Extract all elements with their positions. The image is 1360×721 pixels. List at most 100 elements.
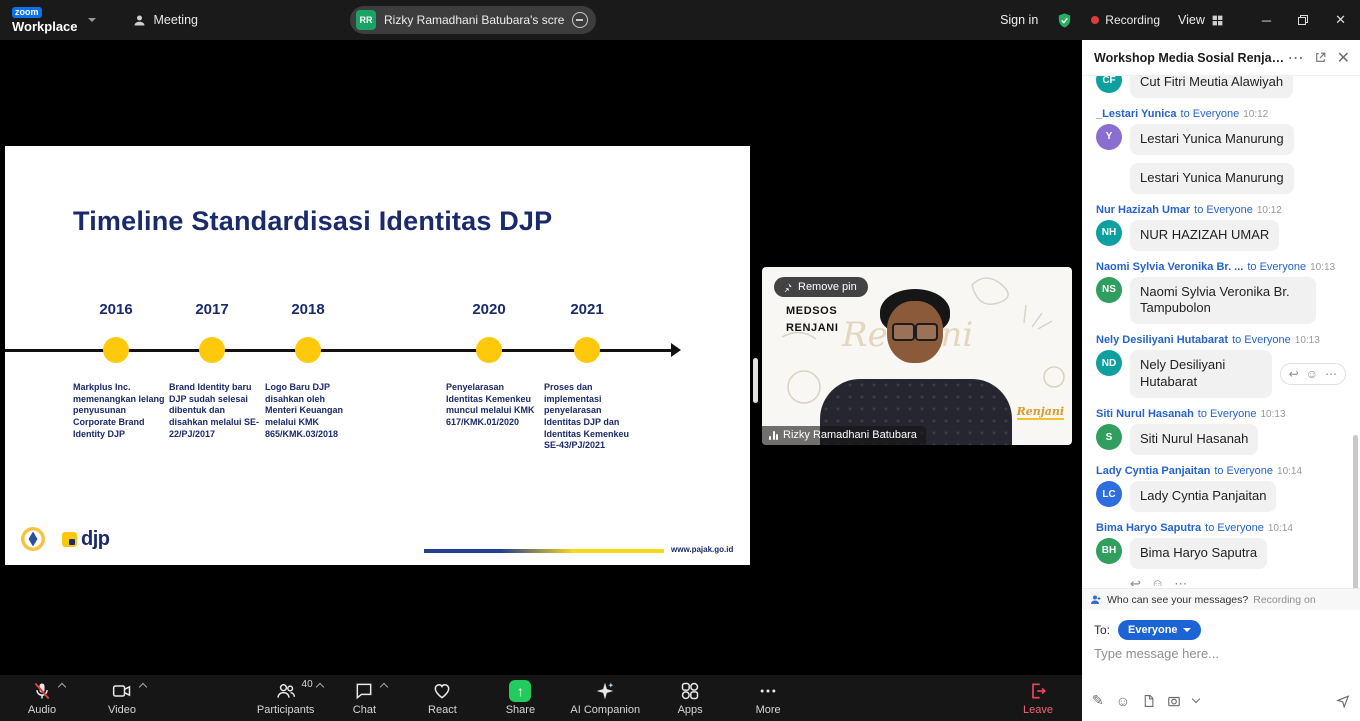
chat-bubble-icon xyxy=(354,681,374,701)
view-button[interactable]: View xyxy=(1178,13,1224,27)
microphone-muted-icon xyxy=(32,681,52,701)
timeline-year: 2017 xyxy=(164,301,260,318)
message-bubble[interactable]: Lestari Yunica Manurung xyxy=(1130,163,1294,194)
timeline-description: Proses dan implementasi penyelarasan Ide… xyxy=(544,382,638,452)
emoji-react-icon[interactable]: ☺ xyxy=(1306,367,1318,381)
apps-icon xyxy=(680,681,700,701)
timeline-year: 2018 xyxy=(260,301,356,318)
djp-logo: djp xyxy=(62,528,110,551)
shared-screen-scrollbar[interactable] xyxy=(753,358,758,403)
sign-in-button[interactable]: Sign in xyxy=(1000,13,1038,27)
workspace-menu-chevron-icon[interactable] xyxy=(88,18,96,22)
ai-companion-button[interactable]: AI Companion xyxy=(570,675,640,721)
chat-message: Naomi Sylvia Veronika Br. ... to Everyon… xyxy=(1082,261,1360,326)
timeline-dot xyxy=(476,337,502,363)
chat-close-button[interactable]: ✕ xyxy=(1337,48,1350,68)
participant-name-tag: Rizky Ramadhani Batubara xyxy=(762,426,926,445)
chat-message-list[interactable]: CF Cut Fitri Meutia Alawiyah _Lestari Yu… xyxy=(1082,76,1360,586)
chat-message: Nely Desiliyani Hutabarat to Everyone 10… xyxy=(1082,334,1360,399)
timeline-year: 2021 xyxy=(539,301,635,318)
timeline-description: Brand Identity baru DJP sudah selesai di… xyxy=(169,382,263,440)
message-header: Bima Haryo Saputra to Everyone 10:14 xyxy=(1096,522,1348,534)
message-bubble[interactable]: Naomi Sylvia Veronika Br. Tampubolon xyxy=(1130,277,1316,325)
reply-icon[interactable]: ↩ xyxy=(1130,576,1141,586)
reply-icon[interactable]: ↩ xyxy=(1289,367,1299,381)
chat-message: Siti Nurul Hasanah to Everyone 10:13 S S… xyxy=(1082,408,1360,456)
remove-pin-button[interactable]: Remove pin xyxy=(774,277,868,297)
message-bubble[interactable]: Cut Fitri Meutia Alawiyah xyxy=(1130,76,1293,98)
message-bubble[interactable]: NUR HAZIZAH UMAR xyxy=(1130,220,1279,251)
chat-title: Workshop Media Sosial Renjani S... xyxy=(1094,51,1288,65)
recipient-row: To: Everyone xyxy=(1094,620,1201,640)
audio-level-icon xyxy=(769,430,778,440)
timeline-year: 2020 xyxy=(441,301,537,318)
sharer-name: Rizky Ramadhani Batubara's scre xyxy=(384,13,564,27)
video-options-chevron-icon[interactable] xyxy=(139,683,147,691)
more-button[interactable]: More xyxy=(740,675,796,721)
chat-message-input[interactable] xyxy=(1094,646,1344,661)
chat-scrollbar[interactable] xyxy=(1353,435,1358,607)
close-button[interactable]: ✕ xyxy=(1335,12,1346,28)
recipient-selector[interactable]: Everyone xyxy=(1118,620,1201,640)
privacy-person-icon xyxy=(1090,594,1102,606)
avatar: S xyxy=(1096,424,1122,450)
react-button[interactable]: React xyxy=(414,675,470,721)
message-more-icon[interactable]: ⋯ xyxy=(1325,367,1337,381)
audio-button[interactable]: Audio xyxy=(14,675,70,721)
participants-options-chevron-icon[interactable] xyxy=(315,683,323,691)
participants-button[interactable]: 40 Participants xyxy=(257,675,314,721)
message-more-icon[interactable]: ⋯ xyxy=(1174,576,1187,586)
chat-message: Nur Hazizah Umar to Everyone 10:12 NH NU… xyxy=(1082,204,1360,252)
message-header: Nely Desiliyani Hutabarat to Everyone 10… xyxy=(1096,334,1348,346)
emoji-react-icon[interactable]: ☺ xyxy=(1151,576,1164,586)
avatar: LC xyxy=(1096,481,1122,507)
timeline-description: Penyelarasan Identitas Kemenkeu muncul m… xyxy=(446,382,540,429)
recording-indicator[interactable]: Recording xyxy=(1091,13,1160,27)
chat-message: CF Cut Fitri Meutia Alawiyah xyxy=(1082,76,1360,99)
security-shield-icon[interactable] xyxy=(1056,12,1073,29)
attach-file-icon[interactable] xyxy=(1142,694,1155,708)
pop-out-icon[interactable] xyxy=(1314,51,1327,64)
share-button[interactable]: ↑ Share xyxy=(492,675,548,721)
apps-button[interactable]: Apps xyxy=(662,675,718,721)
shared-screen-pill[interactable]: RR Rizky Ramadhani Batubara's scre xyxy=(350,6,596,34)
zoom-workplace-logo: zoom Workplace xyxy=(12,7,78,33)
timeline-description: Markplus Inc. memenangkan lelang penyusu… xyxy=(73,382,167,440)
restore-button[interactable] xyxy=(1297,14,1309,26)
audio-options-chevron-icon[interactable] xyxy=(58,683,66,691)
leave-button[interactable]: Leave xyxy=(1010,675,1066,721)
message-bubble[interactable]: Lestari Yunica Manurung xyxy=(1130,124,1294,155)
message-bubble[interactable]: Bima Haryo Saputra xyxy=(1130,538,1267,569)
more-tools-chevron-icon[interactable] xyxy=(1192,695,1200,703)
chat-more-button[interactable]: ⋯ xyxy=(1288,48,1304,68)
format-text-icon[interactable]: ✎ xyxy=(1092,692,1104,709)
chat-options-chevron-icon[interactable] xyxy=(380,683,388,691)
avatar: CF xyxy=(1096,76,1122,93)
tab-meeting[interactable]: Meeting xyxy=(132,13,198,28)
message-header: Naomi Sylvia Veronika Br. ... to Everyon… xyxy=(1096,261,1348,273)
timeline-dot xyxy=(295,337,321,363)
layout-grid-icon xyxy=(1211,14,1224,27)
zoom-meeting-window: zoom Workplace Meeting RR Rizky Ramadhan… xyxy=(0,0,1360,721)
send-icon[interactable] xyxy=(1336,694,1350,708)
avatar: NH xyxy=(1096,220,1122,246)
screenshot-icon[interactable] xyxy=(1167,694,1181,708)
pinned-video-tile[interactable]: Renjani MEDSOS RENJANI Remove pin Rizky … xyxy=(762,267,1072,445)
chat-toolbar: ✎ ☺ xyxy=(1092,692,1350,709)
kemenkeu-logo xyxy=(20,526,46,552)
video-button[interactable]: Video xyxy=(94,675,150,721)
emoji-picker-icon[interactable]: ☺ xyxy=(1116,693,1130,709)
message-bubble[interactable]: Siti Nurul Hasanah xyxy=(1130,424,1258,455)
leave-icon xyxy=(1028,681,1048,701)
timeline-dot xyxy=(574,337,600,363)
chat-button[interactable]: Chat xyxy=(336,675,392,721)
more-dots-icon xyxy=(758,681,778,701)
recording-dot-icon xyxy=(1091,16,1099,24)
message-header: Siti Nurul Hasanah to Everyone 10:13 xyxy=(1096,408,1348,420)
message-bubble[interactable]: Lady Cyntia Panjaitan xyxy=(1130,481,1276,512)
slide-footer-gradient-bar xyxy=(424,549,664,553)
avatar: Y xyxy=(1096,124,1122,150)
message-bubble[interactable]: Nely Desiliyani Hutabarat xyxy=(1130,350,1272,398)
minimize-button[interactable]: ─ xyxy=(1262,13,1271,28)
collapse-pill-icon[interactable] xyxy=(572,12,588,28)
